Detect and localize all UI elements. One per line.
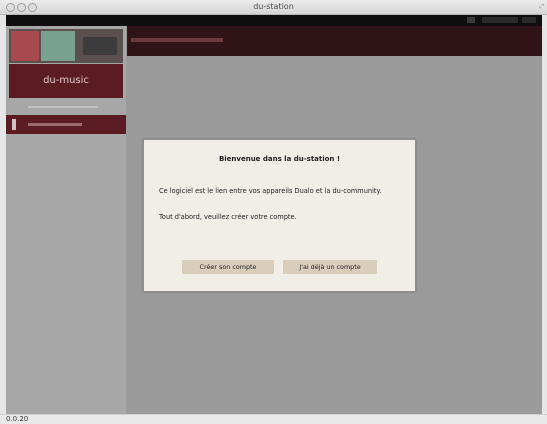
menu-item-label: [28, 123, 82, 126]
top-bar: [6, 15, 542, 26]
existing-account-button[interactable]: J'ai déjà un compte: [283, 260, 377, 274]
topbar-user-link[interactable]: [482, 17, 518, 23]
fullscreen-icon[interactable]: ⤢: [539, 3, 544, 11]
logo-block-b: [41, 31, 75, 61]
dialog-title: Bienvenue dans la du-station !: [218, 155, 341, 163]
menu-item-icon: [12, 119, 16, 130]
title-bar: du-station ⤢: [0, 0, 547, 15]
sidebar: du-music: [6, 26, 126, 414]
dialog-text-intro: Ce logiciel est le lien entre vos appare…: [159, 187, 382, 195]
topbar-icon[interactable]: [467, 17, 475, 23]
window-title: du-station: [253, 2, 294, 11]
app-window: du-station ⤢ du-music Bienvenue dans la …: [0, 0, 547, 424]
welcome-dialog: Bienvenue dans la du-station ! Ce logici…: [143, 139, 416, 292]
sidebar-item[interactable]: [6, 115, 126, 134]
create-account-button[interactable]: Créer son compte: [182, 260, 274, 274]
content-navbar: [127, 26, 542, 56]
app-logo: [9, 29, 123, 63]
breadcrumb[interactable]: [131, 38, 223, 42]
dialog-text-instruction: Tout d'abord, veuillez créer votre compt…: [159, 213, 297, 221]
sidebar-subtitle: [28, 106, 98, 108]
logo-block-a: [11, 31, 39, 61]
logo-block-c: [83, 37, 117, 55]
sidebar-brand[interactable]: du-music: [9, 64, 123, 98]
topbar-menu-link[interactable]: [522, 17, 536, 23]
